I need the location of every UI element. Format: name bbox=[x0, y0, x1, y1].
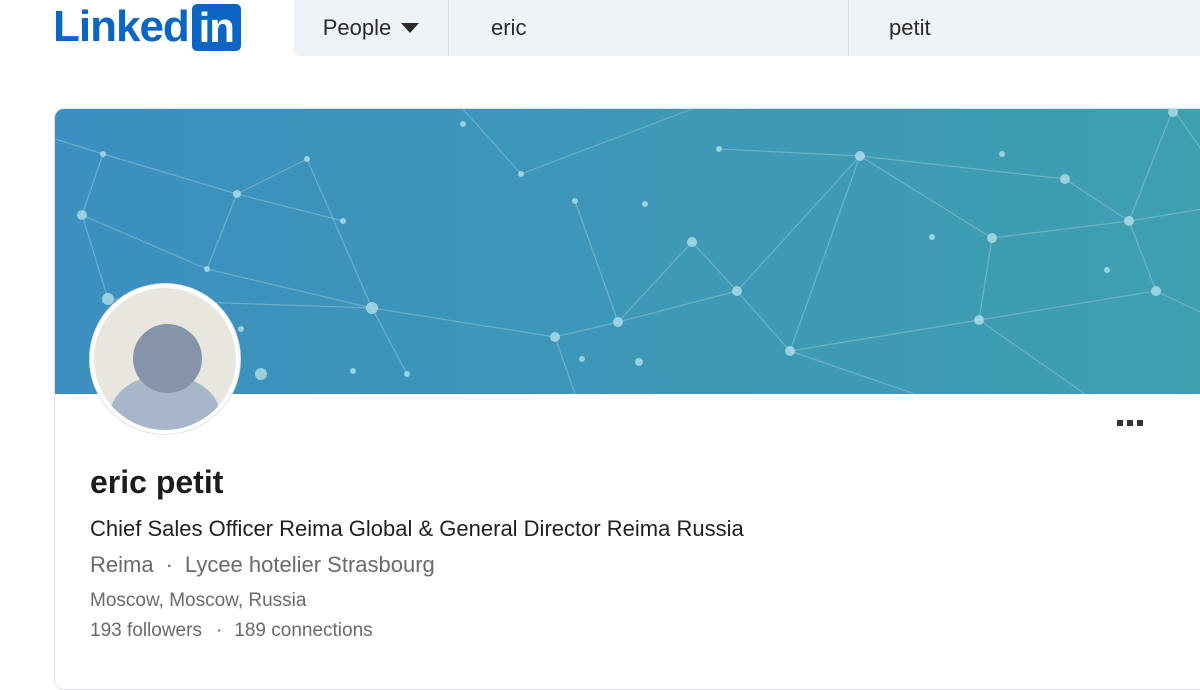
profile-name: eric petit bbox=[90, 464, 224, 500]
linkedin-logo[interactable]: Linked in bbox=[53, 3, 241, 51]
search-type-dropdown[interactable]: People bbox=[294, 0, 449, 56]
more-options-button[interactable] bbox=[1117, 420, 1143, 426]
search-bar: People eric petit bbox=[294, 0, 1200, 56]
ellipsis-icon-dot bbox=[1117, 420, 1123, 426]
search-type-label: People bbox=[322, 15, 392, 40]
ellipsis-icon-dot bbox=[1137, 420, 1143, 426]
first-name-field[interactable]: eric bbox=[449, 0, 849, 56]
avatar-head-shape bbox=[133, 324, 202, 393]
logo-in-box: in bbox=[191, 3, 241, 51]
profile-stats: 193 followers · 189 connections bbox=[90, 620, 373, 642]
current-company[interactable]: Reima bbox=[90, 552, 154, 577]
logo-wordmark: Linked bbox=[53, 2, 190, 51]
last-name-value: petit bbox=[889, 15, 931, 40]
separator-dot: · bbox=[215, 620, 223, 641]
education-school[interactable]: Lycee hotelier Strasbourg bbox=[185, 552, 435, 577]
separator-dot: · bbox=[165, 552, 173, 577]
profile-location: Moscow, Moscow, Russia bbox=[90, 590, 307, 611]
connections-count[interactable]: 189 connections bbox=[234, 620, 372, 641]
followers-count[interactable]: 193 followers bbox=[90, 620, 202, 641]
profile-avatar[interactable] bbox=[90, 284, 240, 434]
chevron-down-icon bbox=[401, 23, 420, 33]
default-avatar-icon bbox=[94, 288, 236, 430]
ellipsis-icon-dot bbox=[1127, 420, 1133, 426]
profile-affiliations: Reima · Lycee hotelier Strasbourg bbox=[90, 552, 435, 578]
last-name-field[interactable]: petit bbox=[849, 0, 1200, 56]
profile-headline: Chief Sales Officer Reima Global & Gener… bbox=[90, 516, 744, 541]
first-name-value: eric bbox=[491, 15, 527, 40]
